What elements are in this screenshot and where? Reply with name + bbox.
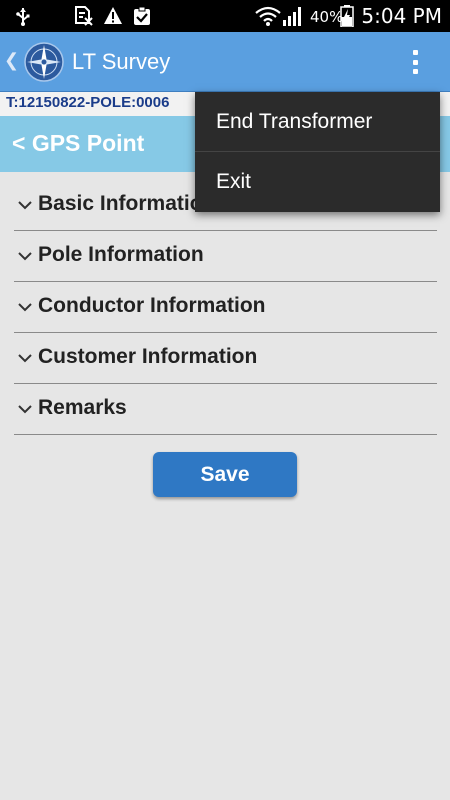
section-pole-information[interactable]: Pole Information	[14, 231, 437, 282]
menu-item-end-transformer[interactable]: End Transformer	[195, 92, 440, 152]
overflow-popup-menu: End Transformer Exit	[195, 92, 440, 212]
status-time: 5:04 PM	[361, 4, 442, 28]
overflow-menu-icon[interactable]	[403, 46, 427, 78]
usb-icon	[14, 6, 32, 26]
clipboard-check-icon	[131, 6, 153, 26]
section-label: Remarks	[38, 396, 127, 419]
chevron-down-icon	[18, 252, 32, 261]
compass-logo-icon[interactable]	[24, 42, 64, 82]
sim-blocked-icon	[72, 6, 94, 26]
section-remarks[interactable]: Remarks	[14, 384, 437, 435]
page-title[interactable]: < GPS Point	[12, 130, 144, 157]
section-label: Conductor Information	[38, 294, 266, 317]
warning-icon	[102, 6, 124, 26]
section-conductor-information[interactable]: Conductor Information	[14, 282, 437, 333]
signal-icon	[282, 6, 304, 26]
chevron-down-icon	[18, 354, 32, 363]
app-bar: ❮ LT Survey	[0, 32, 450, 92]
chevron-down-icon	[18, 405, 32, 414]
battery-charging-icon	[339, 5, 355, 27]
record-id-text: T:12150822-POLE:0006	[6, 94, 170, 111]
wifi-icon	[255, 6, 281, 26]
section-customer-information[interactable]: Customer Information	[14, 333, 437, 384]
section-label: Customer Information	[38, 345, 258, 368]
chevron-down-icon	[18, 303, 32, 312]
save-button[interactable]: Save	[153, 452, 297, 497]
section-label: Pole Information	[38, 243, 204, 266]
status-bar: 40% 5:04 PM	[0, 0, 450, 32]
section-label: Basic Information	[38, 192, 216, 215]
menu-item-exit[interactable]: Exit	[195, 152, 440, 212]
app-title: LT Survey	[72, 49, 171, 74]
chevron-down-icon	[18, 201, 32, 210]
back-chevron-icon[interactable]: ❮	[4, 50, 19, 71]
